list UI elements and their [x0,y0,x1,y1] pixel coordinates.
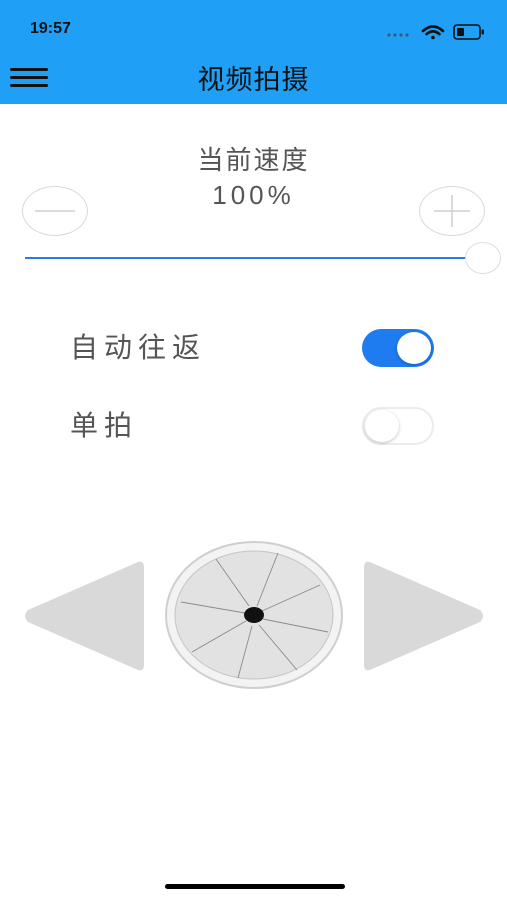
wifi-icon [421,25,445,40]
status-time: 19:57 [30,20,71,37]
plus-icon [434,195,470,227]
increase-speed-button[interactable] [419,186,485,236]
decrease-speed-button[interactable] [22,186,88,236]
triangle-left-icon [25,561,144,671]
shutter-button[interactable] [164,540,344,690]
signal-dots-icon [387,33,409,37]
slider-track [25,257,485,259]
page-title: 视频拍摄 [197,65,310,96]
status-icons [387,24,484,40]
move-left-button[interactable] [20,558,148,674]
triangle-right-icon [364,561,483,671]
app-header: 19:57 视频拍摄 [0,0,507,104]
single-shot-toggle[interactable] [362,407,434,445]
auto-return-label: 自动往返 [70,331,207,364]
move-right-button[interactable] [360,558,488,674]
speed-slider[interactable] [25,240,505,278]
toggle-knob [397,332,431,364]
shutter-aperture-icon [165,541,343,689]
home-indicator [165,884,345,889]
auto-return-toggle[interactable] [362,329,434,367]
toggle-knob [365,410,399,442]
battery-icon [453,24,484,40]
slider-thumb[interactable] [465,242,501,274]
single-shot-label: 单拍 [70,409,139,442]
speed-label: 当前速度 [197,146,310,176]
minus-icon [35,210,75,212]
